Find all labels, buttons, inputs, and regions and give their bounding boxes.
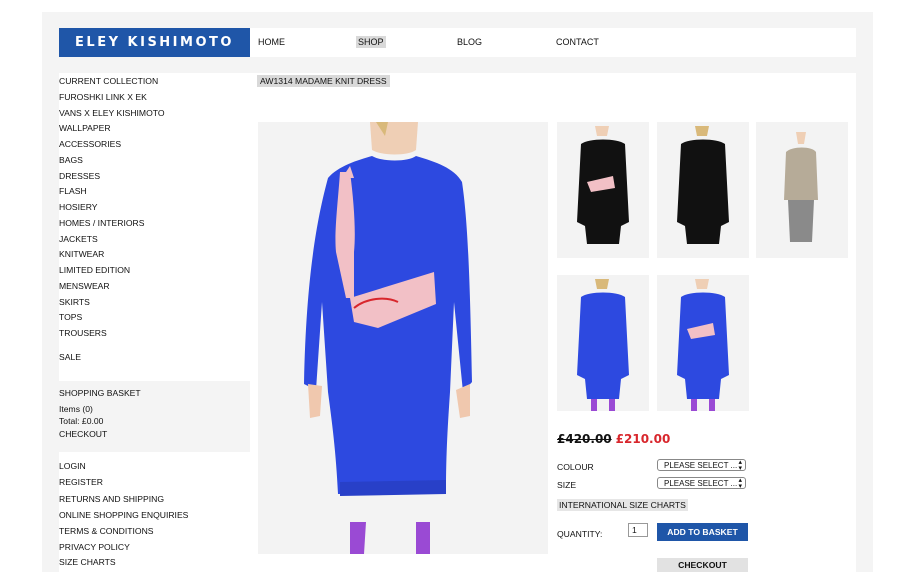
colour-label: COLOUR [557,462,594,472]
category-knitwear[interactable]: KNITWEAR [59,249,104,259]
basket-checkout-link[interactable]: CHECKOUT [59,429,107,439]
category-accessories[interactable]: ACCESSORIES [59,139,121,149]
category-dresses[interactable]: DRESSES [59,171,100,181]
quantity-input[interactable]: 1 [628,523,648,537]
price-block: £420.00 £210.00 [557,432,670,446]
thumbnail-blue-back[interactable] [557,275,649,411]
thumbnail-blue-front[interactable] [657,275,749,411]
account-menu: LOGIN REGISTER RETURNS AND SHIPPING ONLI… [59,452,250,572]
basket-title: SHOPPING BASKET [59,388,141,398]
category-vans[interactable]: VANS X ELEY KISHIMOTO [59,108,165,118]
original-price: £420.00 [557,432,612,446]
link-online-enquiries[interactable]: ONLINE SHOPPING ENQUIRIES [59,510,188,520]
category-sale[interactable]: SALE [59,352,81,362]
category-current-collection[interactable]: CURRENT COLLECTION [59,76,158,86]
category-hosiery[interactable]: HOSIERY [59,202,98,212]
category-limited-edition[interactable]: LIMITED EDITION [59,265,130,275]
category-skirts[interactable]: SKIRTS [59,297,90,307]
sale-price: £210.00 [615,432,671,446]
thumbnail-black-front[interactable] [557,122,649,258]
checkout-button[interactable]: CHECKOUT [657,558,748,572]
size-select[interactable]: PLEASE SELECT ... ▴ ▾ [657,477,746,490]
category-tops[interactable]: TOPS [59,312,82,322]
thumbnail-black-back[interactable] [657,122,749,258]
category-flash[interactable]: FLASH [59,186,87,196]
add-to-basket-button[interactable]: ADD TO BASKET [657,523,748,541]
colour-select-value: PLEASE SELECT ... [664,461,738,470]
nav-home[interactable]: HOME [258,37,285,47]
product-title: AW1314 MADAME KNIT DRESS [257,75,390,87]
size-label: SIZE [557,480,577,490]
nav-shop[interactable]: SHOP [356,36,386,48]
basket-items: Items (0) [59,404,93,414]
account-register[interactable]: REGISTER [59,477,103,487]
select-arrows-icon: ▴ ▾ [738,459,742,472]
account-login[interactable]: LOGIN [59,461,86,471]
basket-total: Total: £0.00 [59,416,104,426]
category-homes-interiors[interactable]: HOMES / INTERIORS [59,218,144,228]
select-arrows-icon: ▴ ▾ [738,477,742,490]
nav-contact[interactable]: CONTACT [556,37,599,47]
category-furoshki[interactable]: FUROSHKI LINK X EK [59,92,147,102]
brand-logo[interactable]: ELEY KISHIMOTO [59,28,250,57]
category-menu: CURRENT COLLECTION FUROSHKI LINK X EK VA… [59,73,250,381]
size-select-value: PLEASE SELECT ... [664,479,738,488]
link-returns-shipping[interactable]: RETURNS AND SHIPPING [59,494,164,504]
logo-text: ELEY KISHIMOTO [75,35,234,50]
nav-blog[interactable]: BLOG [457,37,482,47]
main-product-image[interactable] [258,122,548,554]
top-navigation: HOME SHOP BLOG CONTACT [250,28,856,57]
category-jackets[interactable]: JACKETS [59,234,98,244]
link-size-charts[interactable]: SIZE CHARTS [59,557,116,567]
link-privacy[interactable]: PRIVACY POLICY [59,542,130,552]
category-trousers[interactable]: TROUSERS [59,328,107,338]
category-menswear[interactable]: MENSWEAR [59,281,110,291]
quantity-label: QUANTITY: [557,529,603,539]
category-bags[interactable]: BAGS [59,155,83,165]
category-wallpaper[interactable]: WALLPAPER [59,123,111,133]
colour-select[interactable]: PLEASE SELECT ... ▴ ▾ [657,459,746,472]
international-size-charts-link[interactable]: INTERNATIONAL SIZE CHARTS [557,499,688,511]
thumbnail-grey-outfit[interactable] [756,122,848,258]
link-terms[interactable]: TERMS & CONDITIONS [59,526,154,536]
